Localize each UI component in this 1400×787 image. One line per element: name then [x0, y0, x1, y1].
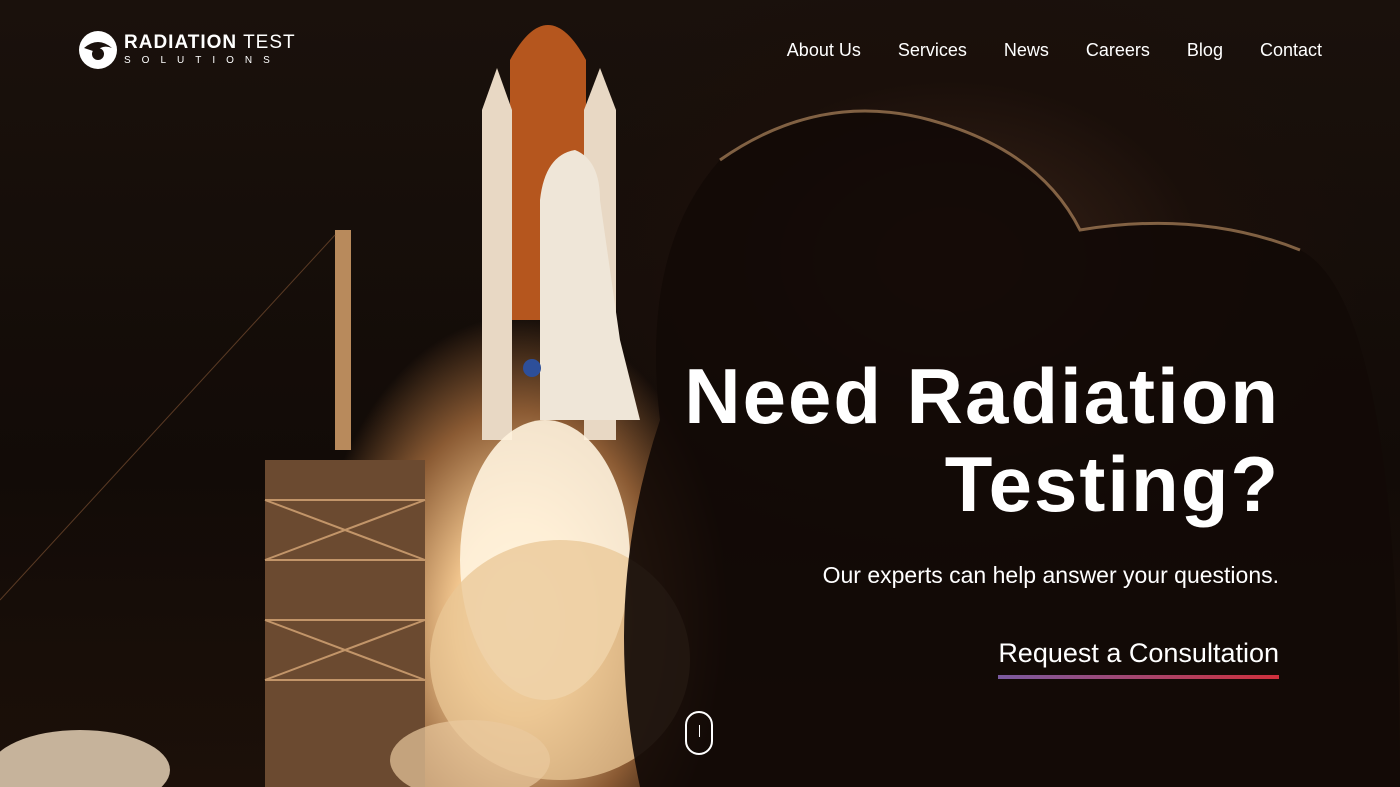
cta-underline: [998, 675, 1279, 679]
nav-news[interactable]: News: [1004, 39, 1049, 61]
mouse-scroll-icon[interactable]: [685, 711, 713, 755]
main-nav: About Us Services News Careers Blog Cont…: [750, 39, 1322, 61]
scroll-wheel-indicator: [699, 725, 700, 737]
headline-line-2: Testing?: [944, 440, 1280, 528]
eye-globe-icon: [79, 31, 117, 69]
headline-line-1: Need Radiation: [684, 352, 1280, 440]
nav-contact[interactable]: Contact: [1260, 39, 1322, 61]
hero-section: RADIATION TEST SOLUTIONS About Us Servic…: [0, 0, 1400, 787]
brand-name-light: TEST: [237, 32, 296, 53]
brand-tagline: SOLUTIONS: [124, 55, 281, 66]
brand-wordmark: RADIATION TEST SOLUTIONS: [124, 33, 296, 67]
nav-careers[interactable]: Careers: [1086, 39, 1150, 61]
nav-about-us[interactable]: About Us: [787, 39, 861, 61]
hero-subtitle: Our experts can help answer your questio…: [822, 562, 1279, 588]
nav-blog[interactable]: Blog: [1187, 39, 1223, 61]
hero-headline: Need Radiation Testing?: [684, 352, 1280, 528]
cta-label: Request a Consultation: [998, 638, 1279, 668]
brand-name-bold: RADIATION: [124, 32, 238, 53]
nav-services[interactable]: Services: [898, 39, 967, 61]
brand-logo[interactable]: RADIATION TEST SOLUTIONS: [78, 30, 296, 70]
request-consultation-link[interactable]: Request a Consultation: [998, 638, 1279, 679]
